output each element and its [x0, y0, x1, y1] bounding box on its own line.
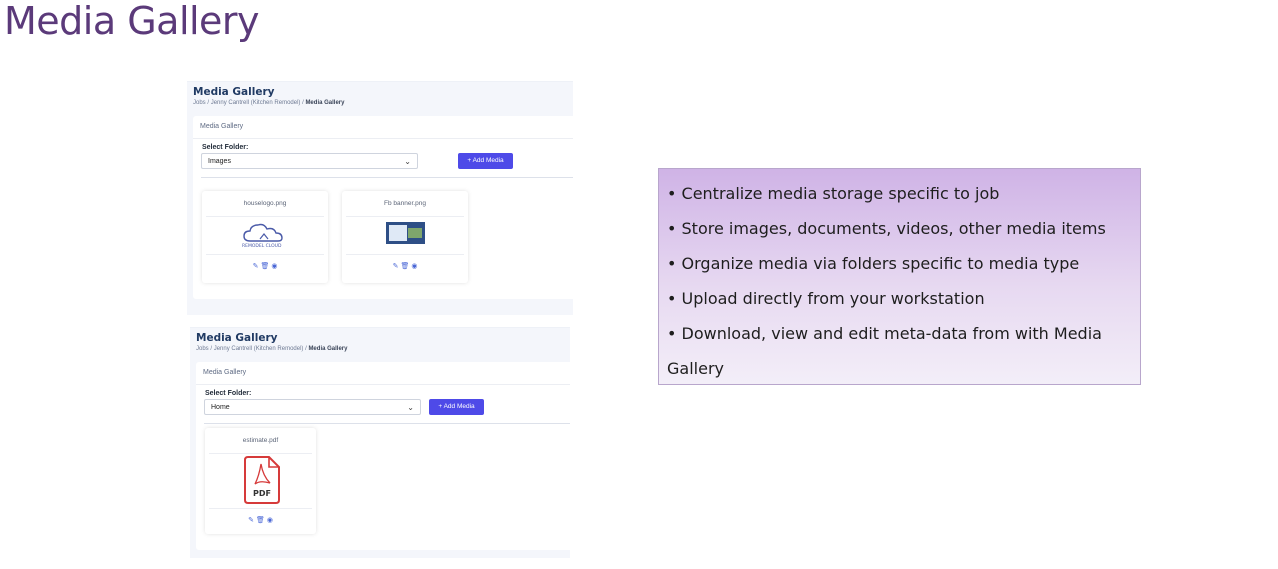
folder-select-value: Home [211, 404, 230, 411]
folder-select[interactable]: Home ⌄ [204, 399, 421, 415]
breadcrumb-jobs[interactable]: Jobs [196, 346, 209, 352]
pencil-icon[interactable]: ✎ [393, 263, 399, 270]
file-thumbnail [346, 217, 464, 255]
add-media-button[interactable]: + Add Media [429, 399, 484, 415]
pdf-file-icon: PDF [244, 456, 280, 504]
add-media-button[interactable]: + Add Media [458, 153, 513, 169]
media-tile[interactable]: estimate.pdf PDF ✎ 🗑 ◉ [205, 428, 316, 534]
tile-actions: ✎ 🗑 ◉ [202, 255, 328, 270]
trash-icon[interactable]: 🗑 [400, 263, 409, 270]
card-header: Media Gallery [193, 116, 573, 139]
breadcrumb-jobs[interactable]: Jobs [193, 100, 206, 106]
media-tile[interactable]: houselogo.png REMODEL CLOUD ✎ 🗑 ◉ [202, 191, 328, 283]
divider [201, 177, 573, 178]
file-thumbnail: PDF [209, 454, 312, 509]
eye-icon[interactable]: ◉ [267, 517, 273, 524]
page-title: Media Gallery [193, 86, 275, 98]
tile-actions: ✎ 🗑 ◉ [342, 255, 468, 270]
divider [204, 423, 570, 424]
pdf-label: PDF [253, 489, 271, 498]
feature-list-box: • Centralize media storage specific to j… [658, 168, 1141, 385]
media-card: Media Gallery Select Folder: Images ⌄ + … [193, 116, 573, 299]
breadcrumb-job[interactable]: Jenny Cantrell (Kitchen Remodel) [211, 100, 301, 106]
banner-image [386, 222, 425, 244]
chevron-down-icon: ⌄ [404, 157, 411, 166]
select-folder-label: Select Folder: [205, 390, 252, 397]
breadcrumb: Jobs / Jenny Cantrell (Kitchen Remodel) … [193, 100, 345, 106]
eye-icon[interactable]: ◉ [411, 263, 417, 270]
cloud-logo-icon: REMODEL CLOUD [242, 223, 283, 249]
feature-bullet: • Centralize media storage specific to j… [667, 184, 1000, 203]
media-gallery-screenshot-images: Media Gallery Jobs / Jenny Cantrell (Kit… [187, 81, 573, 315]
logo-text: REMODEL CLOUD [242, 243, 282, 249]
select-folder-label: Select Folder: [202, 144, 249, 151]
media-gallery-screenshot-home: Media Gallery Jobs / Jenny Cantrell (Kit… [190, 327, 570, 558]
breadcrumb: Jobs / Jenny Cantrell (Kitchen Remodel) … [196, 346, 348, 352]
file-thumbnail: REMODEL CLOUD [206, 217, 324, 255]
folder-select[interactable]: Images ⌄ [201, 153, 418, 169]
feature-bullet: • Download, view and edit meta-data from… [667, 324, 1102, 343]
folder-select-value: Images [208, 158, 231, 165]
breadcrumb-current: Media Gallery [308, 346, 348, 352]
feature-bullet-continued: Gallery [667, 359, 724, 378]
file-name: Fb banner.png [346, 191, 464, 217]
eye-icon[interactable]: ◉ [271, 263, 277, 270]
feature-bullet: • Store images, documents, videos, other… [667, 219, 1106, 238]
media-card: Media Gallery Select Folder: Home ⌄ + Ad… [196, 362, 570, 550]
page-title: Media Gallery [196, 332, 278, 344]
file-name: houselogo.png [206, 191, 324, 217]
tile-actions: ✎ 🗑 ◉ [205, 509, 316, 524]
feature-bullet: • Upload directly from your workstation [667, 289, 985, 308]
trash-icon[interactable]: 🗑 [256, 517, 265, 524]
media-tile[interactable]: Fb banner.png ✎ 🗑 ◉ [342, 191, 468, 283]
breadcrumb-current: Media Gallery [305, 100, 345, 106]
trash-icon[interactable]: 🗑 [260, 263, 269, 270]
pencil-icon[interactable]: ✎ [253, 263, 259, 270]
feature-bullet: • Organize media via folders specific to… [667, 254, 1080, 273]
file-name: estimate.pdf [209, 428, 312, 454]
chevron-down-icon: ⌄ [407, 403, 414, 412]
slide-title: Media Gallery [4, 0, 260, 43]
pencil-icon[interactable]: ✎ [248, 517, 254, 524]
card-header: Media Gallery [196, 362, 570, 385]
breadcrumb-job[interactable]: Jenny Cantrell (Kitchen Remodel) [214, 346, 304, 352]
